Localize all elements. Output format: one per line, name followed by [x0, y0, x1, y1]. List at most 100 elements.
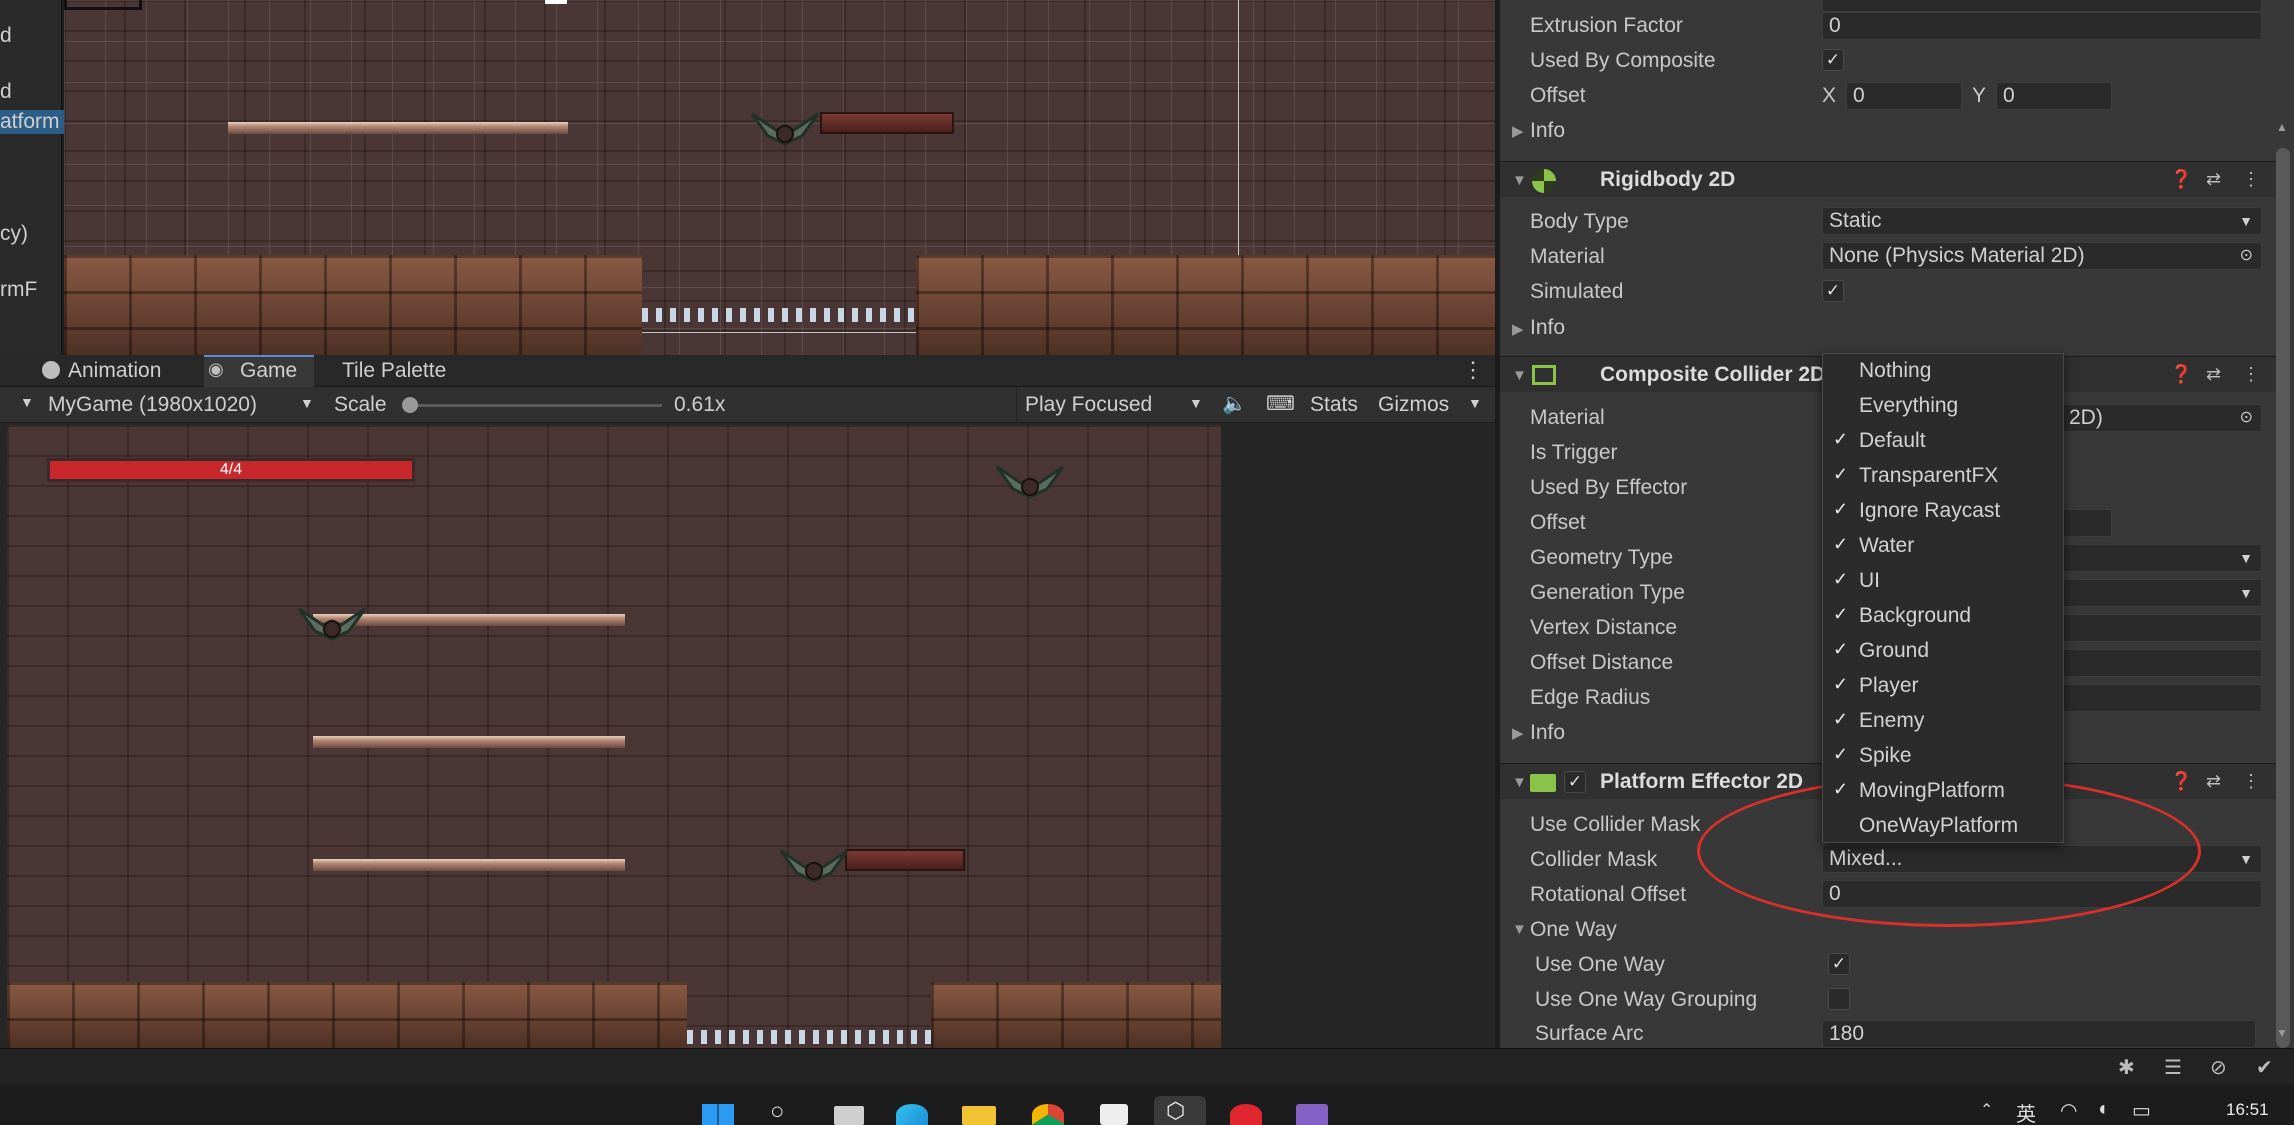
presets-icon[interactable]: ⇄ [2206, 771, 2221, 792]
progress-check-icon[interactable]: ✔ [2256, 1055, 2273, 1080]
component-menu-icon[interactable]: ⋮ [2242, 364, 2260, 385]
hierarchy-item[interactable]: rmF [0, 278, 37, 302]
inspector-scrollbar[interactable] [2276, 148, 2290, 1048]
menu-item-player[interactable]: ✓ Player [1823, 669, 2063, 704]
panel-more-icon[interactable]: ⋮ [1462, 357, 1484, 383]
menu-item-nothing[interactable]: Nothing [1823, 354, 2063, 389]
help-icon[interactable]: ❓ [2170, 771, 2192, 792]
info-foldout-icon[interactable]: ▶ [1512, 320, 1524, 338]
info-foldout-icon[interactable]: ▶ [1512, 724, 1524, 742]
info-label[interactable]: Info [1530, 316, 1565, 340]
component-menu-icon[interactable]: ⋮ [2242, 169, 2260, 190]
start-icon[interactable] [702, 1104, 734, 1125]
material-object-field[interactable]: None (Physics Material 2D) ⊙ [1822, 242, 2262, 270]
chevron-down-icon[interactable]: ▼ [1468, 395, 1482, 411]
network-icon[interactable]: ⊘ [2210, 1055, 2227, 1080]
menu-item-movingplatform[interactable]: ✓ MovingPlatform [1823, 774, 2063, 809]
presets-icon[interactable]: ⇄ [2206, 169, 2221, 190]
scene-ground-left[interactable] [64, 255, 642, 355]
foldout-icon[interactable]: ▼ [1512, 172, 1527, 189]
menu-item-ui[interactable]: ✓ UI [1823, 564, 2063, 599]
tab-animation[interactable]: Animation [38, 355, 208, 387]
menu-item-background[interactable]: ✓ Background [1823, 599, 2063, 634]
used-by-composite-checkbox[interactable]: ✓ [1822, 49, 1844, 71]
info-foldout-icon[interactable]: ▶ [1512, 122, 1524, 140]
search-icon[interactable]: ○ [770, 1098, 785, 1125]
body-type-dropdown[interactable]: Static ▼ [1822, 207, 2262, 235]
display-resolution-dropdown[interactable]: MyGame (1980x1020) ▼ [40, 387, 320, 423]
one-way-foldout-icon[interactable]: ▼ [1512, 921, 1527, 938]
rigidbody-2d-header[interactable]: ▼ Rigidbody 2D ❓ ⇄ ⋮ [1500, 161, 2276, 197]
one-way-label[interactable]: One Way [1530, 918, 1617, 942]
tab-tile-palette[interactable]: Tile Palette [330, 355, 470, 387]
battery-icon[interactable]: ▭ [2132, 1098, 2151, 1123]
scroll-up-icon[interactable]: ▲ [2276, 120, 2288, 134]
help-icon[interactable]: ❓ [2170, 169, 2192, 190]
menu-item-ignore-raycast[interactable]: ✓ Ignore Raycast [1823, 494, 2063, 529]
check-icon: ✓ [1833, 604, 1849, 624]
play-mode-dropdown[interactable]: Play Focused ▼ [1016, 387, 1206, 423]
foldout-icon[interactable]: ▼ [1512, 367, 1527, 384]
object-picker-icon[interactable]: ⊙ [2240, 405, 2253, 431]
tray-chevron-icon[interactable]: ⌃ [1980, 1100, 1993, 1120]
menu-item-transparentfx[interactable]: ✓ TransparentFX [1823, 459, 2063, 494]
scale-slider[interactable] [402, 397, 662, 413]
scene-ground-right[interactable] [916, 255, 1495, 355]
scale-slider-thumb[interactable] [402, 397, 418, 413]
menu-item-default[interactable]: ✓ Default [1823, 424, 2063, 459]
debug-bug-icon[interactable]: ✱ [2118, 1055, 2135, 1080]
volume-icon[interactable]: ◖ [2096, 1098, 2108, 1121]
scene-one-way-platform[interactable] [228, 122, 568, 134]
menu-item-ground[interactable]: ✓ Ground [1823, 634, 2063, 669]
chrome-icon[interactable] [1032, 1104, 1064, 1125]
stats-button[interactable]: Stats [1310, 393, 1358, 417]
hierarchy-item[interactable]: d [0, 80, 12, 104]
tab-game[interactable]: ◉ Game [204, 355, 314, 388]
component-enabled-checkbox[interactable]: ✓ [1564, 771, 1586, 793]
keyboard-icon[interactable]: ⌨ [1266, 391, 1295, 416]
scene-view[interactable] [64, 0, 1495, 355]
use-one-way-checkbox[interactable]: ✓ [1828, 953, 1850, 975]
edge-browser-icon[interactable] [896, 1104, 928, 1125]
wifi-icon[interactable]: ◠ [2060, 1098, 2077, 1123]
typora-icon[interactable] [1100, 1104, 1128, 1125]
menu-item-water[interactable]: ✓ Water [1823, 529, 2063, 564]
simulated-checkbox[interactable]: ✓ [1822, 280, 1844, 302]
object-picker-icon[interactable]: ⊙ [2240, 243, 2253, 269]
display-dropdown-arrow-icon[interactable]: ▼ [20, 394, 34, 410]
game-view[interactable]: 4/4 [7, 425, 1221, 1048]
scene-spikes[interactable] [642, 308, 916, 322]
cache-server-icon[interactable]: ☰ [2164, 1055, 2182, 1080]
layer-mask-menu[interactable]: Nothing Everything ✓ Default ✓ Transparent… [1822, 353, 2064, 843]
file-explorer-icon[interactable] [962, 1106, 996, 1125]
info-label[interactable]: Info [1530, 721, 1565, 745]
info-label[interactable]: Info [1530, 119, 1565, 143]
menu-item-onewayplatform[interactable]: OneWayPlatform [1823, 809, 2063, 844]
menu-item-enemy[interactable]: ✓ Enemy [1823, 704, 2063, 739]
task-view-icon[interactable] [834, 1106, 864, 1125]
hierarchy-item[interactable]: d [0, 24, 12, 48]
menu-item-everything[interactable]: Everything [1823, 389, 2063, 424]
extrusion-factor-field[interactable]: 0 [1822, 12, 2262, 40]
help-icon[interactable]: ❓ [2170, 364, 2192, 385]
truncated-field[interactable] [1822, 0, 2262, 12]
audio-mute-icon[interactable]: 🔈 [1222, 391, 1247, 416]
component-menu-icon[interactable]: ⋮ [2242, 771, 2260, 792]
offset-x-field[interactable]: 0 [1846, 82, 1962, 110]
foldout-icon[interactable]: ▼ [1512, 774, 1527, 791]
clock-time[interactable]: 16:51 [2226, 1100, 2269, 1120]
netease-music-icon[interactable] [1230, 1104, 1262, 1125]
offset-y-field[interactable]: 0 [1996, 82, 2112, 110]
hierarchy-item[interactable]: atform [0, 110, 64, 134]
visual-studio-icon[interactable] [1296, 1104, 1328, 1125]
ime-indicator[interactable]: 英 [2016, 1098, 2036, 1125]
hierarchy-item[interactable]: cy) [0, 222, 28, 246]
gizmos-button[interactable]: Gizmos [1378, 393, 1449, 417]
presets-icon[interactable]: ⇄ [2206, 364, 2221, 385]
use-one-way-grouping-checkbox[interactable] [1828, 988, 1850, 1010]
scene-moving-platform[interactable] [820, 112, 954, 134]
menu-item-spike[interactable]: ✓ Spike [1823, 739, 2063, 774]
surface-arc-field[interactable]: 180 [1822, 1020, 2256, 1048]
scene-bat-enemy[interactable] [750, 108, 820, 152]
scroll-down-icon[interactable]: ▼ [2276, 1026, 2288, 1040]
